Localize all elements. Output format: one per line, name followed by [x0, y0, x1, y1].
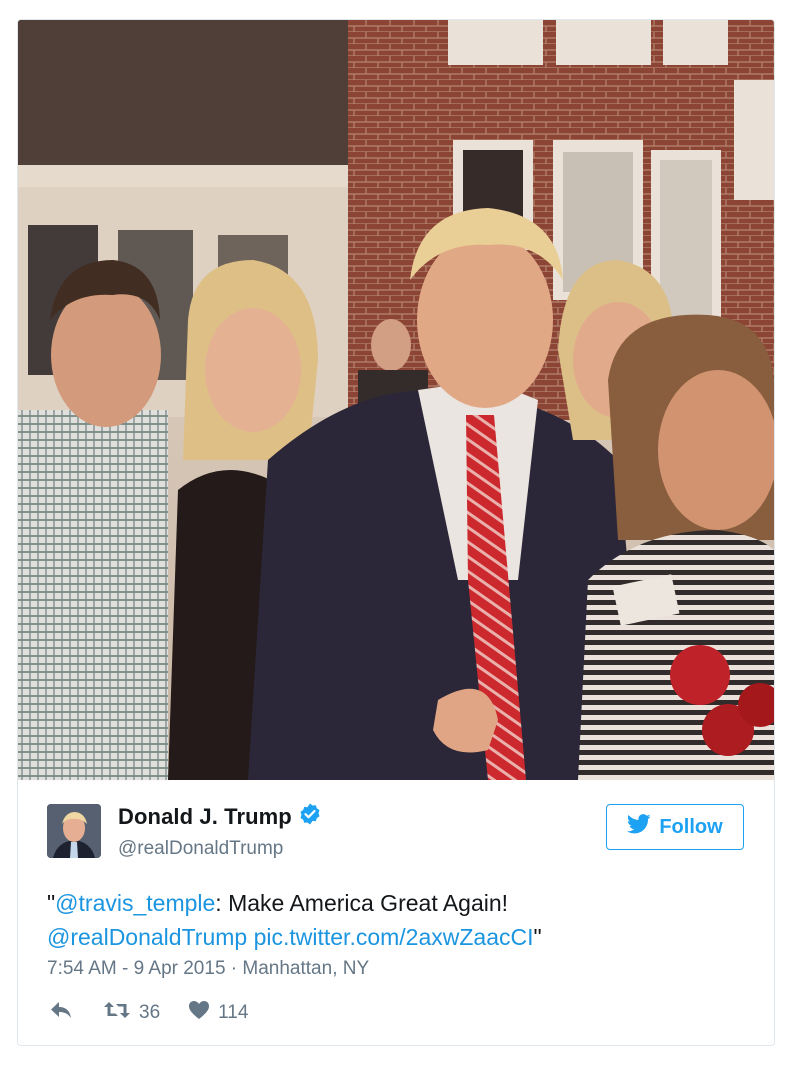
follow-button[interactable]: Follow — [606, 804, 744, 850]
author-avatar[interactable] — [47, 804, 101, 858]
meta-separator: · — [230, 958, 238, 979]
reply-icon — [49, 1000, 73, 1026]
follow-label: Follow — [659, 815, 723, 838]
heart-icon — [188, 1000, 210, 1026]
tweet-actions: 36 114 — [49, 1000, 248, 1026]
verified-badge-icon — [298, 802, 322, 831]
reply-button[interactable] — [49, 1000, 73, 1026]
pic-link[interactable]: pic.twitter.com/2axwZaacCI — [254, 924, 534, 950]
retweet-icon — [103, 1000, 131, 1026]
close-quote: " — [533, 924, 542, 950]
mention-link-2[interactable]: @realDonaldTrump — [47, 924, 247, 950]
mention-link[interactable]: @travis_temple — [55, 890, 215, 916]
tweet-location[interactable]: Manhattan, NY — [242, 958, 369, 979]
embedded-tweet-card: Donald J. Trump @realDonaldTrump Follow … — [17, 19, 775, 1046]
bird-icon — [627, 814, 651, 840]
retweet-count: 36 — [139, 1002, 161, 1023]
like-count: 114 — [218, 1002, 249, 1023]
retweet-button[interactable]: 36 — [103, 1000, 160, 1026]
author-display-name[interactable]: Donald J. Trump — [118, 804, 292, 829]
tweet-body: : Make America Great Again! — [215, 890, 509, 916]
tweet-text: "@travis_temple: Make America Great Agai… — [47, 886, 747, 954]
open-quote: " — [47, 890, 56, 916]
author-names: Donald J. Trump @realDonaldTrump — [118, 802, 322, 860]
tweet-timestamp[interactable]: 7:54 AM - 9 Apr 2015 — [47, 958, 226, 979]
author-handle[interactable]: @realDonaldTrump — [118, 838, 322, 860]
tweet-photo[interactable] — [18, 20, 774, 780]
like-button[interactable]: 114 — [188, 1000, 248, 1026]
tweet-meta: 7:54 AM - 9 Apr 2015 · Manhattan, NY — [47, 958, 369, 980]
tweet-header: Donald J. Trump @realDonaldTrump Follow — [47, 802, 744, 862]
